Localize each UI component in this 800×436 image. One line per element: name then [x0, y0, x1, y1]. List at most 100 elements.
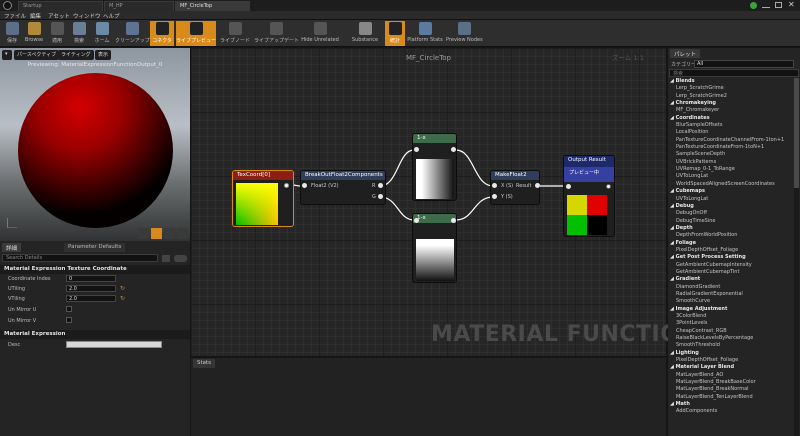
one-minus-bottom-output-pin[interactable]	[451, 218, 456, 223]
node-makefloat2[interactable]: MakeFloat2 X (S) Result Y (S)	[490, 170, 540, 205]
browse-button[interactable]: Browse	[23, 21, 45, 46]
node-one-minus-top[interactable]: 1-x	[412, 133, 457, 201]
texcoord-output-pin[interactable]	[284, 183, 289, 188]
palette-item[interactable]: UVRemap_0-1_ToRange	[669, 166, 793, 173]
tab-parameter-defaults[interactable]: Parameter Defaults	[64, 243, 126, 252]
makefloat-y-pin[interactable]	[492, 194, 497, 199]
section-material-expression[interactable]: Material Expression	[0, 330, 190, 339]
palette-item[interactable]: MatLayerBlend_TenLayerBlend	[669, 394, 793, 401]
ue-logo-icon[interactable]	[3, 1, 12, 10]
palette-item[interactable]: CheapContrast_RGB	[669, 328, 793, 335]
un-mirror-v-checkbox[interactable]	[66, 317, 72, 323]
menu-help[interactable]: ヘルプ	[103, 12, 120, 20]
palette-category[interactable]: ◢ Material Layer Blend	[669, 364, 793, 371]
palette-item[interactable]: GetAmbientCubemapIntensity	[669, 262, 793, 269]
palette-item[interactable]: SampleSceneDepth	[669, 151, 793, 158]
tab-startup[interactable]: Startup	[18, 1, 103, 11]
sphere-icon[interactable]	[151, 228, 162, 239]
palette-category[interactable]: ◢ Debug	[669, 203, 793, 210]
tab-mf-circletop[interactable]: MF_CircleTop	[175, 1, 250, 11]
palette-item[interactable]: WorldSpacedAlignedScreenCoordinates	[669, 181, 793, 188]
node-texcoord[interactable]: TexCoord[0]	[232, 170, 294, 227]
tab-m-hp[interactable]: M_HP	[104, 1, 174, 11]
one-minus-bottom-input-pin[interactable]	[414, 218, 419, 223]
menu-window[interactable]: ウィンドウ	[73, 12, 101, 20]
palette-item[interactable]: Lerp_ScratchGrime2	[669, 93, 793, 100]
makefloat-result-pin[interactable]	[535, 183, 540, 188]
live-nodes-button[interactable]: ライブノード	[218, 21, 252, 46]
palette-item[interactable]: MatLayerBlend_AO	[669, 372, 793, 379]
tab-stats[interactable]: Stats	[193, 359, 216, 368]
reset-icon[interactable]: ↻	[120, 285, 125, 292]
tab-details[interactable]: 詳細	[2, 243, 22, 252]
palette-item[interactable]: DebugTimeSine	[669, 218, 793, 225]
menu-file[interactable]: ファイル	[4, 12, 26, 20]
makefloat-x-pin[interactable]	[492, 183, 497, 188]
palette-category[interactable]: ◢ Foliage	[669, 240, 793, 247]
wire-top-x[interactable]	[455, 149, 494, 187]
minimize-icon[interactable]	[762, 2, 770, 8]
palette-item[interactable]: RadialGradientExponential	[669, 291, 793, 298]
vtiling-field[interactable]: 2.0	[66, 295, 116, 302]
stats-button[interactable]: 統計	[385, 21, 405, 46]
palette-item[interactable]: UVBrickPatterns	[669, 159, 793, 166]
palette-item[interactable]: MatLayerBlend_BreakNormal	[669, 386, 793, 393]
breakout-g-pin[interactable]	[378, 194, 383, 199]
palette-item[interactable]: DebugOnOff	[669, 210, 793, 217]
palette-category[interactable]: ◢ Blends	[669, 78, 793, 85]
palette-search-input[interactable]: 検索	[669, 69, 799, 77]
hide-unrelated-button[interactable]: Hide Unrelated	[300, 21, 340, 46]
palette-item[interactable]: 3ColorBlend	[669, 313, 793, 320]
palette-category[interactable]: ◢ Math	[669, 401, 793, 408]
palette-item[interactable]: DiamondGradient	[669, 284, 793, 291]
palette-item[interactable]: MatLayerBlend_BreakBaseColor	[669, 379, 793, 386]
details-search-input[interactable]: Search Details	[2, 254, 158, 262]
find-button[interactable]: 検索	[69, 21, 89, 46]
node-output-result[interactable]: Output Result プレビュー中	[563, 155, 615, 237]
perspective-button[interactable]: パースペクティブ	[14, 50, 60, 60]
wire-bottom-y[interactable]	[455, 196, 494, 221]
substance-button[interactable]: Substance	[350, 21, 380, 46]
show-button[interactable]: 表示	[95, 50, 112, 60]
one-minus-top-output-pin[interactable]	[451, 147, 456, 152]
live-update-button[interactable]: ライブアップデート	[254, 21, 299, 46]
category-select[interactable]: All	[694, 60, 794, 68]
menu-edit[interactable]: 編集	[30, 12, 41, 20]
cleanup-button[interactable]: クリーンアップ	[115, 21, 150, 46]
node-one-minus-bottom[interactable]: 1-x	[412, 213, 457, 283]
output-exec-pin[interactable]	[606, 184, 611, 189]
palette-item[interactable]: PanTextureCoordinateChannelFrom-1ton+1	[669, 137, 793, 144]
preview-nodes-button[interactable]: Preview Nodes	[446, 21, 483, 46]
connectors-button[interactable]: コネクタ	[150, 21, 174, 46]
breakout-r-pin[interactable]	[378, 183, 383, 188]
palette-category[interactable]: ◢ Depth	[669, 225, 793, 232]
wire-texcoord-breakout[interactable]	[292, 184, 301, 187]
palette-category[interactable]: ◢ Lighting	[669, 350, 793, 357]
breakout-input-pin[interactable]	[302, 183, 307, 188]
palette-item[interactable]: GetAmbientCubemapTint	[669, 269, 793, 276]
palette-scrollbar-thumb[interactable]	[794, 78, 799, 188]
palette-item[interactable]: DepthFromWorldPosition	[669, 232, 793, 239]
cylinder-icon[interactable]	[138, 228, 149, 239]
section-texcoord[interactable]: Material Expression Texture Coordinate	[0, 265, 190, 274]
eye-icon[interactable]	[174, 255, 187, 262]
coordinate-index-field[interactable]: 0	[66, 275, 116, 282]
save-button[interactable]: 保存	[2, 21, 22, 46]
cube-icon[interactable]	[177, 228, 188, 239]
viewport-menu-icon[interactable]: ▾	[2, 50, 12, 60]
palette-item[interactable]: BlurSampleOffsets	[669, 122, 793, 129]
palette-category[interactable]: ◢ Coordinates	[669, 115, 793, 122]
tab-palette[interactable]: パレット	[670, 49, 701, 58]
palette-category[interactable]: ◢ Gradient	[669, 276, 793, 283]
plane-icon[interactable]	[164, 228, 175, 239]
lighting-button[interactable]: ライティング	[58, 50, 94, 60]
home-button[interactable]: ホーム	[91, 21, 113, 46]
palette-item[interactable]: SmoothThreshold	[669, 342, 793, 349]
palette-item[interactable]: PixelDepthOffset_Foliage	[669, 357, 793, 364]
platform-stats-button[interactable]: Platform Stats	[407, 21, 443, 46]
palette-item[interactable]: SmoothCurve	[669, 298, 793, 305]
property-matrix-icon[interactable]	[162, 255, 170, 262]
menu-asset[interactable]: アセット	[48, 12, 70, 20]
palette-category[interactable]: ◢ Image Adjustment	[669, 306, 793, 313]
maximize-icon[interactable]	[775, 2, 782, 8]
